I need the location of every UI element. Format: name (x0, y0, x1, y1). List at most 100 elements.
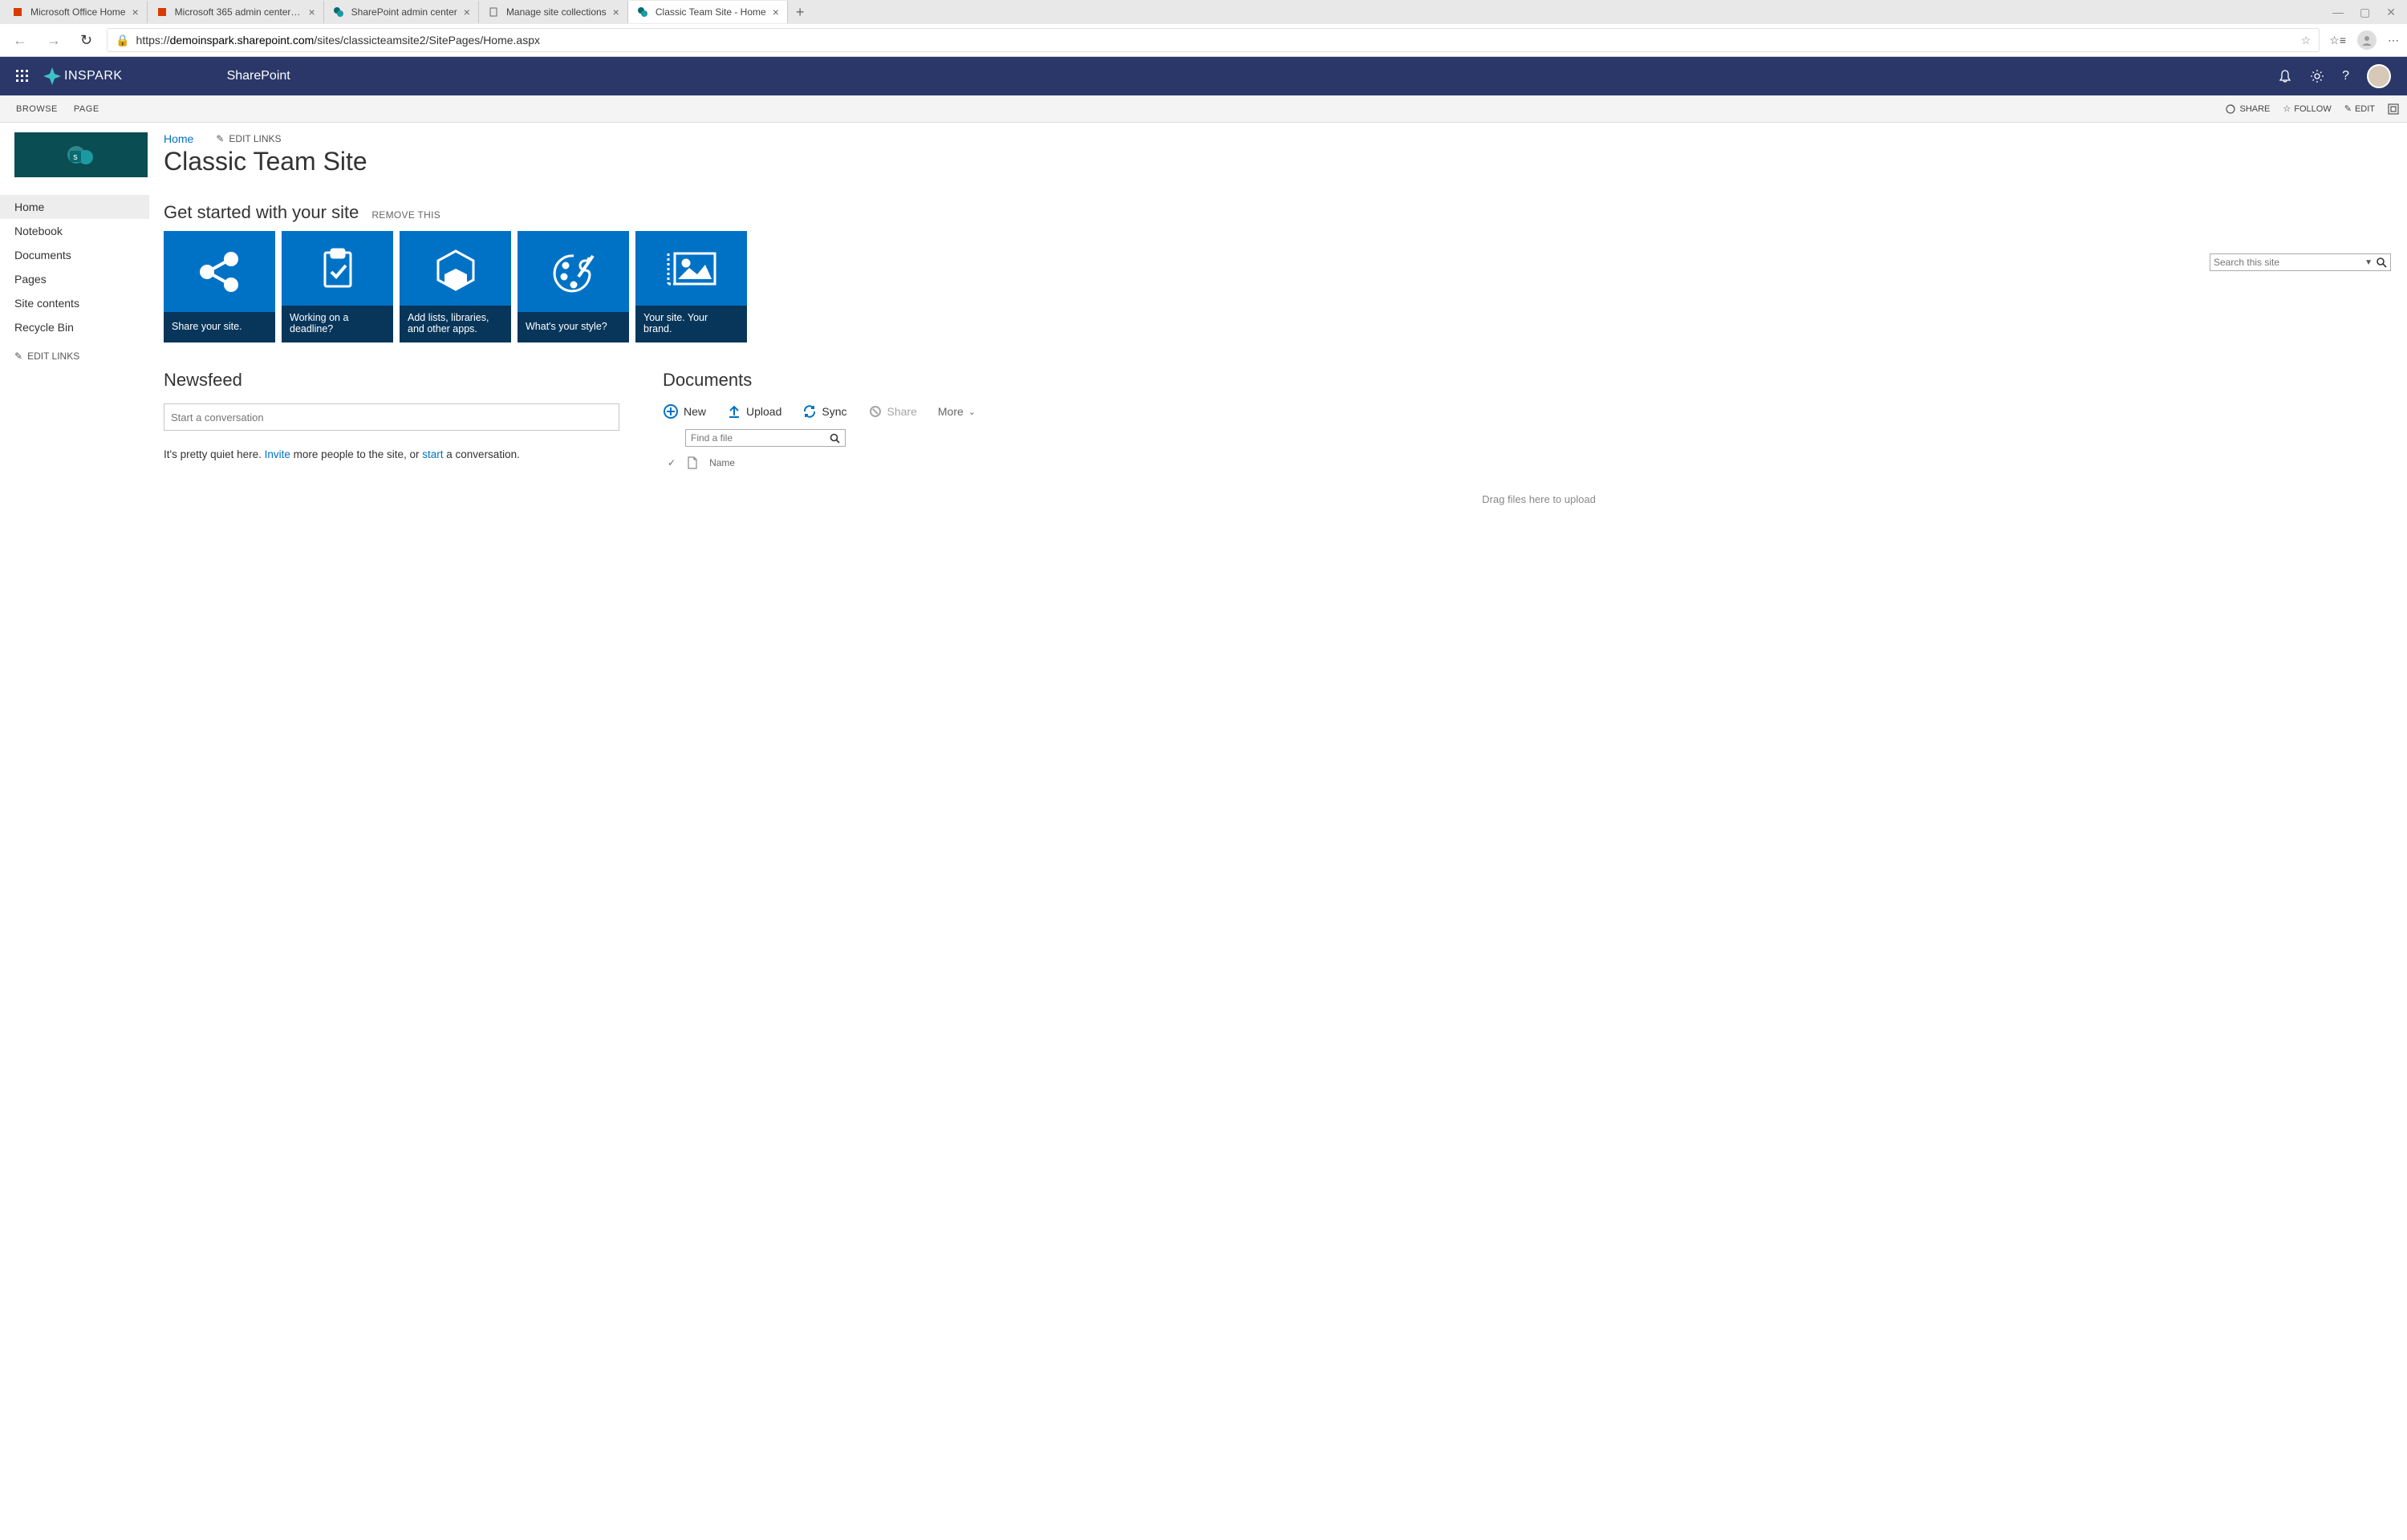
get-started-title: Get started with your site (164, 202, 359, 223)
browser-tab[interactable]: Manage site collections × (479, 1, 628, 23)
back-button[interactable]: ← (8, 32, 32, 49)
nav-edit-links[interactable]: ✎ EDIT LINKS (0, 339, 149, 373)
browser-tab[interactable]: Microsoft 365 admin center - M… × (148, 1, 324, 23)
more-icon[interactable]: ⋯ (2388, 34, 2399, 47)
search-scope-dropdown-icon[interactable]: ▼ (2364, 258, 2372, 267)
close-icon[interactable]: × (613, 6, 619, 18)
tile-caption: Share your site. (164, 312, 275, 342)
promoted-tiles: Share your site. Working on a deadline? … (164, 231, 2393, 342)
page-icon (487, 6, 500, 18)
ribbon-tab-browse[interactable]: BROWSE (8, 104, 66, 114)
newsfeed-placeholder: Start a conversation (171, 411, 264, 424)
hexagon-icon (400, 231, 511, 306)
address-bar: ← → ↻ 🔒 https://demoinspark.sharepoint.c… (0, 24, 2407, 56)
search-icon[interactable] (830, 433, 840, 444)
suite-app-name[interactable]: SharePoint (227, 69, 290, 83)
newsfeed-title: Newsfeed (164, 370, 619, 391)
clipboard-icon (282, 231, 393, 306)
search-input[interactable] (2214, 257, 2364, 268)
office-icon (156, 6, 168, 18)
close-window-icon[interactable]: ✕ (2386, 6, 2396, 19)
browser-tab-active[interactable]: Classic Team Site - Home × (628, 1, 788, 23)
image-icon (635, 231, 747, 306)
tile-add-apps[interactable]: Add lists, libraries, and other apps. (400, 231, 511, 342)
find-file-box[interactable] (685, 429, 846, 447)
tab-label: Classic Team Site - Home (656, 6, 766, 18)
browser-chrome: Microsoft Office Home × Microsoft 365 ad… (0, 0, 2407, 57)
help-icon[interactable]: ? (2342, 69, 2349, 83)
newsfeed-input[interactable]: Start a conversation (164, 403, 619, 431)
tile-style[interactable]: What's your style? (518, 231, 629, 342)
url-text: https://demoinspark.sharepoint.com/sites… (136, 34, 540, 47)
nav-item-recycle-bin[interactable]: Recycle Bin (0, 315, 149, 339)
follow-button[interactable]: ☆ FOLLOW (2283, 103, 2331, 114)
sharepoint-icon (332, 6, 345, 18)
start-link[interactable]: start (422, 448, 443, 460)
browser-tab[interactable]: SharePoint admin center × (324, 1, 479, 23)
close-icon[interactable]: × (132, 6, 138, 18)
url-field[interactable]: 🔒 https://demoinspark.sharepoint.com/sit… (107, 28, 2320, 52)
nav-item-documents[interactable]: Documents (0, 243, 149, 267)
tile-deadline[interactable]: Working on a deadline? (282, 231, 393, 342)
upload-button[interactable]: Upload (727, 404, 781, 419)
column-name[interactable]: Name (709, 457, 735, 468)
browser-tab[interactable]: Microsoft Office Home × (3, 1, 148, 23)
nav-item-home[interactable]: Home (0, 195, 149, 219)
office-icon (11, 6, 24, 18)
brand-logo[interactable]: INSPARK (43, 67, 123, 85)
tile-caption: What's your style? (518, 312, 629, 342)
maximize-icon[interactable]: ▢ (2360, 6, 2370, 19)
breadcrumb-edit-links[interactable]: ✎ EDIT LINKS (216, 133, 281, 144)
close-icon[interactable]: × (464, 6, 470, 18)
user-avatar[interactable] (2367, 64, 2391, 88)
nav-item-pages[interactable]: Pages (0, 267, 149, 291)
close-icon[interactable]: × (308, 6, 315, 18)
svg-text:s: s (73, 152, 78, 162)
nav-item-notebook[interactable]: Notebook (0, 219, 149, 243)
documents-header-row: ✓ Name (663, 456, 2393, 469)
remove-this-link[interactable]: REMOVE THIS (371, 209, 440, 221)
search-icon[interactable] (2376, 257, 2387, 268)
breadcrumb-home[interactable]: Home (164, 132, 193, 145)
brand-name: INSPARK (64, 69, 123, 83)
refresh-button[interactable]: ↻ (75, 32, 97, 49)
select-all-check-icon[interactable]: ✓ (668, 457, 676, 468)
close-icon[interactable]: × (773, 6, 779, 18)
notification-icon[interactable] (2278, 69, 2292, 83)
new-tab-button[interactable]: + (788, 4, 813, 21)
documents-title: Documents (663, 370, 2393, 391)
newsfeed-empty-text: It's pretty quiet here. Invite more peop… (164, 448, 619, 460)
spark-icon (43, 67, 61, 85)
site-search[interactable]: ▼ (2210, 253, 2391, 271)
favorite-star-icon[interactable]: ☆ (2301, 34, 2312, 47)
find-file-input[interactable] (691, 432, 830, 444)
share-button[interactable]: SHARE (2225, 103, 2270, 115)
sync-button[interactable]: Sync (802, 404, 846, 419)
sharepoint-icon (636, 6, 649, 18)
share-doc-button: Share (868, 404, 917, 419)
new-button[interactable]: New (663, 403, 706, 419)
tile-caption: Your site. Your brand. (635, 306, 747, 342)
file-type-icon[interactable] (687, 456, 698, 469)
tile-brand[interactable]: Your site. Your brand. (635, 231, 747, 342)
more-button[interactable]: More ⌄ (938, 405, 976, 418)
focus-icon[interactable] (2388, 103, 2399, 115)
invite-link[interactable]: Invite (265, 448, 290, 460)
ribbon: BROWSE PAGE SHARE ☆ FOLLOW ✎ EDIT (0, 95, 2407, 123)
lock-icon: 🔒 (116, 34, 129, 47)
nav-item-site-contents[interactable]: Site contents (0, 291, 149, 315)
app-launcher-icon[interactable] (6, 60, 39, 92)
profile-button[interactable] (2357, 30, 2377, 50)
minimize-icon[interactable]: — (2332, 6, 2344, 19)
tab-label: Microsoft 365 admin center - M… (175, 6, 302, 18)
tile-share-site[interactable]: Share your site. (164, 231, 275, 342)
chevron-down-icon: ⌄ (968, 407, 976, 417)
ribbon-tab-page[interactable]: PAGE (66, 104, 108, 114)
reading-list-icon[interactable]: ☆≡ (2329, 34, 2346, 47)
suite-header: INSPARK SharePoint ? (0, 57, 2407, 95)
settings-icon[interactable] (2310, 69, 2324, 83)
documents-toolbar: New Upload Sync Share Mor (663, 403, 2393, 419)
share-icon (164, 231, 275, 312)
site-logo[interactable]: s (14, 132, 148, 177)
edit-button[interactable]: ✎ EDIT (2344, 103, 2375, 114)
